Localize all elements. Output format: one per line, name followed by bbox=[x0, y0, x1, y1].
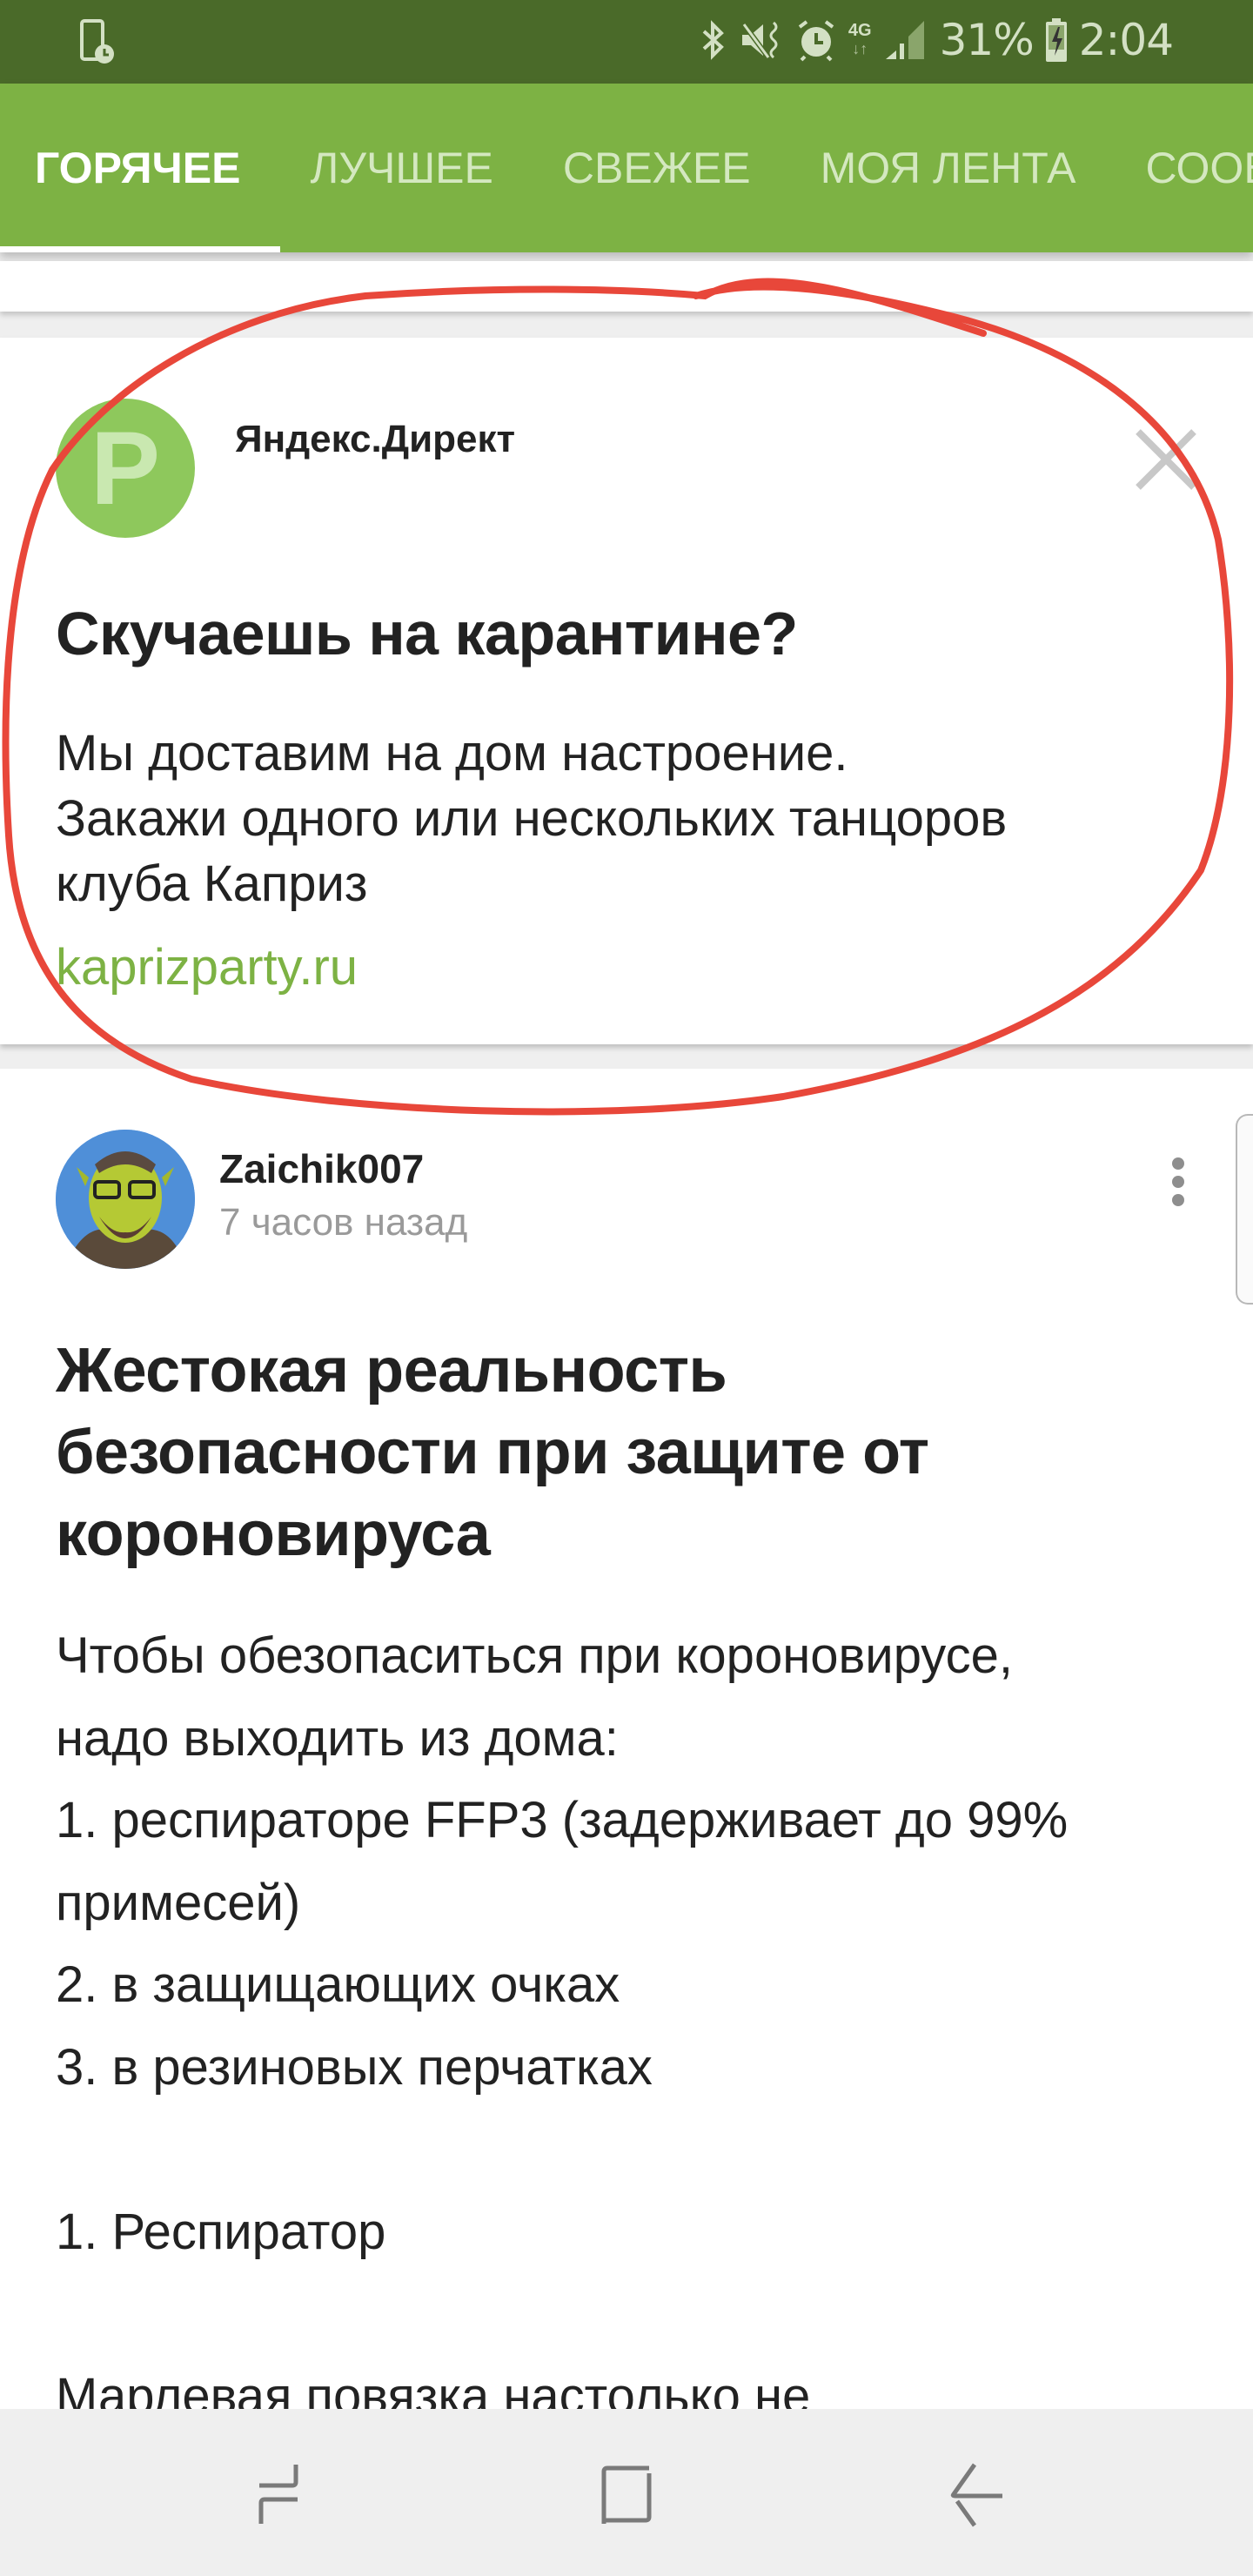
ad-text-line: Закажи одного или нескольких танцоров bbox=[56, 790, 1008, 847]
ad-text-line: Мы доставим на дом настроение. bbox=[56, 725, 848, 782]
more-options-icon[interactable] bbox=[1157, 1157, 1199, 1227]
back-icon[interactable] bbox=[940, 2461, 1009, 2531]
post-title-line: Жестокая реальность bbox=[56, 1336, 727, 1405]
author-name[interactable]: Zaichik007 bbox=[219, 1145, 424, 1192]
home-icon[interactable] bbox=[592, 2461, 661, 2531]
post-body-line: Чтобы обезопаситься при короновирусе, bbox=[56, 1627, 1014, 1684]
tab-my-feed[interactable]: МОЯ ЛЕНТА bbox=[786, 84, 1111, 252]
vibrate-mute-icon bbox=[741, 21, 778, 59]
post-time: 7 часов назад bbox=[219, 1201, 468, 1244]
post-body-line bbox=[56, 2109, 1222, 2191]
bluetooth-icon bbox=[702, 20, 724, 60]
navigation-bar bbox=[0, 2409, 1253, 2576]
post-title-line: короновируса bbox=[56, 1499, 491, 1569]
post-card: Zaichik007 7 часов назад Жестокая реальн… bbox=[0, 1069, 1253, 2461]
post-body-line: 2. в защищающих очках bbox=[56, 1956, 620, 2013]
network-4g-icon: 4G ↓↑ bbox=[848, 21, 872, 57]
signal-icon bbox=[885, 21, 924, 59]
post-body-line: 3. в резиновых перчатках bbox=[56, 2038, 653, 2096]
post-body-line: примесей) bbox=[56, 1874, 301, 1931]
screen-time-icon bbox=[80, 19, 114, 64]
previous-card bbox=[0, 261, 1253, 312]
edge-panel-handle[interactable] bbox=[1236, 1114, 1253, 1305]
tab-hot[interactable]: ГОРЯЧЕЕ bbox=[0, 84, 275, 252]
post-title[interactable]: Жестокая реальность безопасности при защ… bbox=[56, 1330, 1187, 1575]
ad-logo-icon: P bbox=[56, 399, 195, 538]
network-label: 4G bbox=[848, 21, 872, 40]
ad-title: Скучаешь на карантине? bbox=[56, 600, 798, 667]
post-body: Чтобы обезопаситься при короновирусе, на… bbox=[56, 1615, 1222, 2438]
alarm-icon bbox=[798, 20, 834, 62]
post-body-line: 1. респираторе FFP3 (задерживает до 99% bbox=[56, 1792, 1069, 1848]
ad-link[interactable]: kaprizparty.ru bbox=[56, 938, 358, 996]
avatar-image bbox=[56, 1130, 195, 1269]
close-icon[interactable] bbox=[1131, 425, 1201, 494]
ad-card[interactable]: P Яндекс.Директ Скучаешь на карантине? М… bbox=[0, 338, 1253, 1044]
clock: 2:04 bbox=[1078, 15, 1174, 65]
post-body-line: 1. Респиратор bbox=[56, 2203, 386, 2260]
battery-percent: 31% bbox=[939, 15, 1035, 65]
ad-text: Мы доставим на дом настроение. Закажи од… bbox=[56, 721, 1187, 916]
ad-source: Яндекс.Директ bbox=[235, 418, 516, 460]
status-bar: 4G ↓↑ 31% 2:04 bbox=[0, 0, 1253, 84]
post-title-line: безопасности при защите от bbox=[56, 1418, 929, 1487]
post-body-line bbox=[56, 2273, 1222, 2356]
feed-tab-bar: ГОРЯЧЕЕ ЛУЧШЕЕ СВЕЖЕЕ МОЯ ЛЕНТА СООБЩЕСТ… bbox=[0, 84, 1253, 252]
tab-fresh[interactable]: СВЕЖЕЕ bbox=[528, 84, 786, 252]
tab-best[interactable]: ЛУЧШЕЕ bbox=[275, 84, 527, 252]
tabs: ГОРЯЧЕЕ ЛУЧШЕЕ СВЕЖЕЕ МОЯ ЛЕНТА СООБЩЕСТ… bbox=[0, 84, 1253, 252]
recent-apps-icon[interactable] bbox=[244, 2461, 313, 2531]
active-tab-indicator bbox=[0, 246, 280, 252]
tab-communities[interactable]: СООБЩЕСТВА bbox=[1111, 84, 1253, 252]
post-body-line: надо выходить из дома: bbox=[56, 1709, 619, 1767]
ad-text-line: клуба Каприз bbox=[56, 855, 368, 912]
avatar[interactable] bbox=[56, 1130, 195, 1269]
battery-charging-icon bbox=[1045, 18, 1067, 62]
